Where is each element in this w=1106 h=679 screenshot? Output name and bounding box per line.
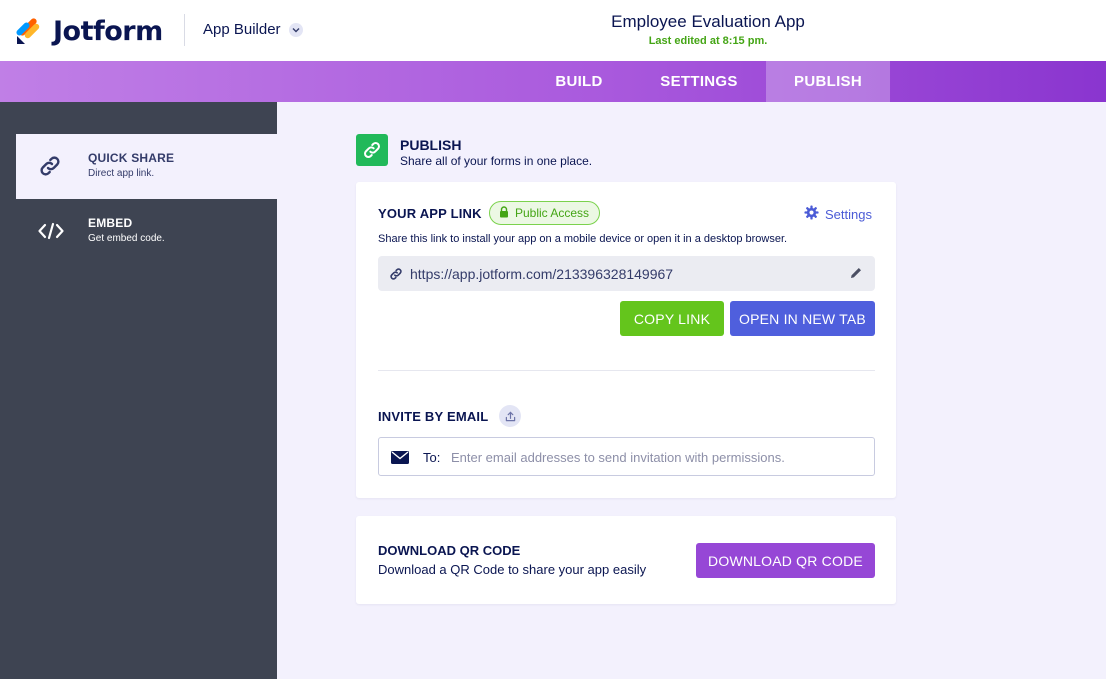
to-label: To: [423,450,441,465]
app-link-help-text: Share this link to install your app on a… [378,233,788,245]
public-access-badge[interactable]: Public Access [489,201,601,225]
app-header: Jotform App Builder Employee Evaluation … [0,0,1106,61]
gear-icon [804,205,819,223]
app-title[interactable]: Employee Evaluation App [560,12,856,32]
invite-by-email-label: INVITE BY EMAIL [378,409,489,424]
app-title-block: Employee Evaluation App Last edited at 8… [560,12,856,47]
open-in-new-tab-button[interactable]: OPEN IN NEW TAB [730,301,875,336]
app-builder-label: App Builder [203,21,281,38]
sidebar-item-subtitle: Direct app link. [88,168,155,179]
code-icon [38,219,64,243]
link-icon [389,267,403,286]
app-link-card: YOUR APP LINK Public Access Settings Sha… [356,182,896,498]
qr-code-card: DOWNLOAD QR CODE Download a QR Code to s… [356,516,896,604]
link-settings-button[interactable]: Settings [804,205,872,223]
sidebar-item-subtitle: Get embed code. [88,233,165,244]
publish-sidebar: QUICK SHARE Direct app link. EMBED Get e… [0,102,277,679]
header-divider [184,14,185,46]
logo-wordmark: Jotform [53,15,163,47]
sidebar-item-title: EMBED [88,216,133,230]
last-edited-status: Last edited at 8:15 pm. [648,35,768,47]
tab-publish[interactable]: PUBLISH [766,61,890,102]
chevron-down-icon [288,22,303,37]
email-input[interactable] [451,446,861,468]
tab-build[interactable]: BUILD [540,61,618,102]
main-nav: BUILD SETTINGS PUBLISH [0,61,1106,102]
app-link-label: YOUR APP LINK [378,206,482,221]
qr-code-title: DOWNLOAD QR CODE [378,543,521,558]
app-url-field[interactable]: https://app.jotform.com/213396328149967 [378,256,875,291]
sidebar-item-quick-share[interactable]: QUICK SHARE Direct app link. [16,134,277,199]
settings-label: Settings [825,206,872,222]
copy-link-button[interactable]: COPY LINK [620,301,724,336]
badge-label: Public Access [515,206,590,220]
tab-settings[interactable]: SETTINGS [640,61,758,102]
publish-subtitle: Share all of your forms in one place. [400,154,593,168]
app-builder-dropdown[interactable]: App Builder [203,21,303,38]
download-qr-code-button[interactable]: DOWNLOAD QR CODE [696,543,875,578]
sidebar-item-embed[interactable]: EMBED Get embed code. [16,199,277,264]
envelope-icon [391,451,409,469]
section-divider [378,370,875,371]
app-url-text: https://app.jotform.com/213396328149967 [410,266,674,282]
link-icon [38,154,62,178]
qr-code-subtitle: Download a QR Code to share your app eas… [378,562,647,577]
publish-title: PUBLISH [400,137,462,153]
pencil-icon[interactable] [849,266,863,285]
jotform-logo-icon [16,17,42,45]
lock-icon [499,205,509,221]
publish-link-icon [356,134,388,166]
upload-share-icon[interactable] [499,405,521,427]
jotform-logo[interactable]: Jotform [16,15,163,47]
sidebar-item-title: QUICK SHARE [88,151,175,165]
invite-email-field[interactable]: To: [378,437,875,476]
